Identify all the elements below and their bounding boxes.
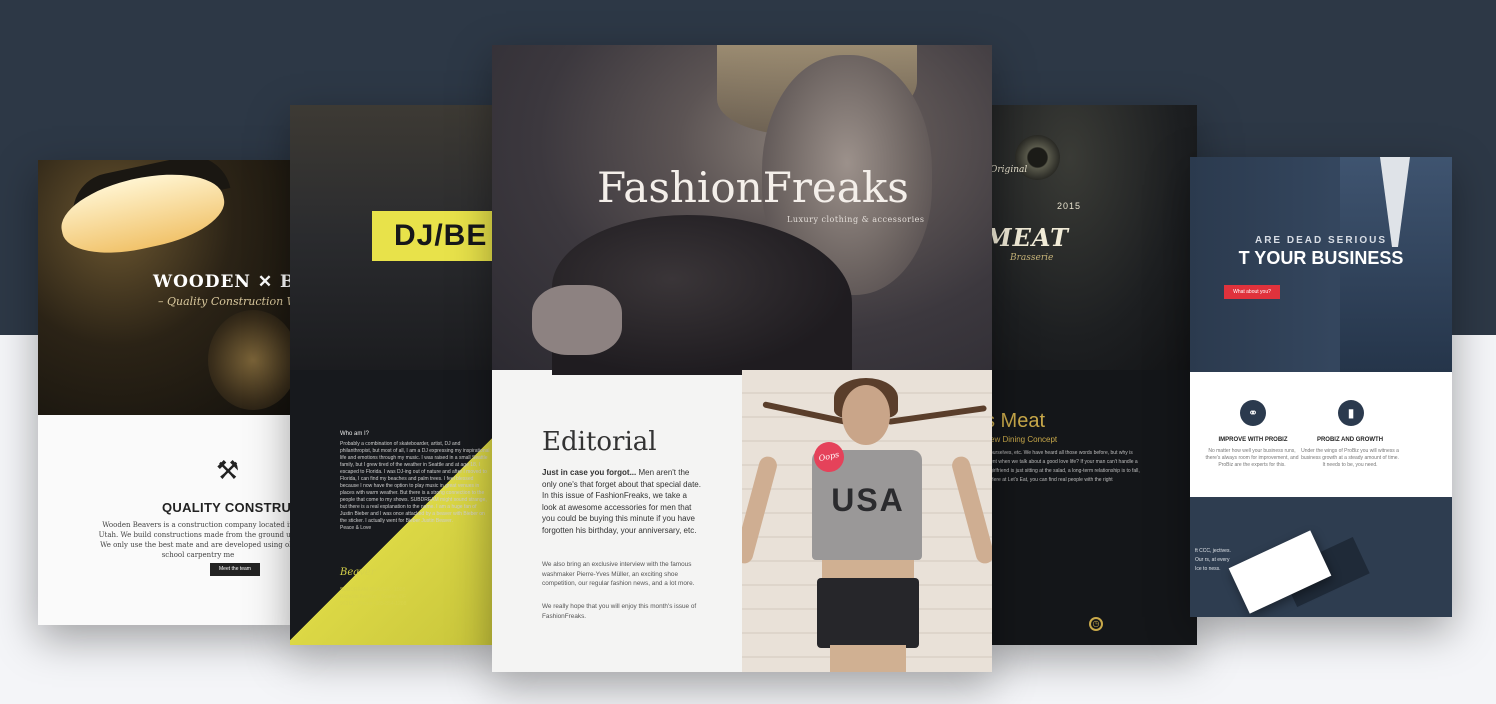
template-probiz[interactable]: ARE DEAD SERIOUS T YOUR BUSINESS What ab… — [1190, 157, 1452, 617]
fashion-brand: FashionFreaks — [597, 163, 909, 212]
girl-head — [842, 385, 890, 445]
wooden-brand: WOODEN ✕ BEAV — [153, 272, 298, 292]
wooden-heading: QUALITY CONSTRUCTION W — [162, 500, 298, 515]
template-wooden-beavers[interactable]: WOODEN ✕ BEAV – Quality Construction W ⚒… — [38, 160, 298, 625]
editorial-lead-bold: Just in case you forgot... — [542, 468, 637, 477]
feature1-text: No matter how well your business runs, t… — [1205, 448, 1299, 468]
hand-shape — [532, 285, 622, 355]
braid-right — [887, 405, 987, 425]
biz-line1: ARE DEAD SERIOUS — [1254, 235, 1387, 246]
feature2-title: PROBIZ AND GROWTH — [1316, 437, 1384, 443]
dj-banner-text: DJ/BE — [394, 219, 488, 252]
template-dj[interactable]: DJ/BE Who am I? Probably a combination o… — [290, 105, 502, 645]
meat-section-title: s Meat — [985, 410, 1046, 432]
crossed-axes-icon: ⚒ — [216, 455, 240, 485]
meat-year: 2015 — [1057, 201, 1082, 211]
meat-name: MEAT — [985, 223, 1070, 252]
meat-script: Original — [990, 165, 1028, 175]
editorial-title: Editorial — [542, 427, 657, 457]
clock-icon[interactable]: ◷ — [1089, 617, 1103, 631]
biz-line2: T YOUR BUSINESS — [1238, 248, 1404, 268]
meet-team-button[interactable]: Meet the team — [210, 563, 260, 576]
template-fashionfreaks[interactable]: FashionFreaks Luxury clothing & accessor… — [492, 45, 992, 672]
editorial-lead-text: Men aren't the only one's that forget ab… — [542, 468, 701, 535]
editorial-para2: We also bring an exclusive interview wit… — [542, 561, 695, 587]
fashion-tagline: Luxury clothing & accessories — [787, 215, 925, 224]
dj-signature: Beaver — [340, 567, 376, 578]
editorial-lead: Just in case you forgot... Men aren't th… — [542, 467, 702, 536]
meat-text: ourselves, etc. We have heard all those … — [990, 450, 1140, 483]
meat-subtitle: Brasserie — [1010, 253, 1054, 263]
shorts-shape — [817, 578, 919, 648]
legs-shape — [830, 645, 906, 672]
tshirt-text: USA — [831, 482, 905, 518]
wooden-tagline: – Quality Construction W — [158, 295, 298, 308]
dj-bio-text: Probably a combination of skateboarder, … — [340, 441, 490, 524]
dj-bio: Probably a combination of skateboarder, … — [340, 441, 490, 532]
dj-address: SUBDREAM BEAVER · 1568 Richville Avenue … — [340, 587, 407, 607]
belly-shape — [822, 560, 914, 580]
template-meat[interactable]: Original 2015 MEAT Brasserie s Meat ew D… — [985, 105, 1197, 645]
meat-section-sub: ew Dining Concept — [990, 435, 1058, 444]
arm-right — [950, 454, 992, 566]
dj-signoff: Peace & Love — [340, 525, 372, 531]
wooden-body: Wooden Beavers is a construction company… — [98, 521, 298, 559]
bar-chart-icon: ▮ — [1338, 400, 1364, 426]
arm-left — [742, 454, 779, 566]
wheel-shape — [208, 310, 298, 410]
handshake-icon: ⚭ — [1240, 400, 1266, 426]
what-about-you-button[interactable]: What about you? — [1224, 285, 1280, 299]
editorial-para3: We really hope that you will enjoy this … — [542, 603, 697, 620]
dj-who-heading: Who am I? — [340, 431, 370, 437]
feature2-text: Under the wings of ProBiz you will witne… — [1301, 448, 1399, 468]
editorial-photo: USA Oops — [742, 370, 992, 672]
